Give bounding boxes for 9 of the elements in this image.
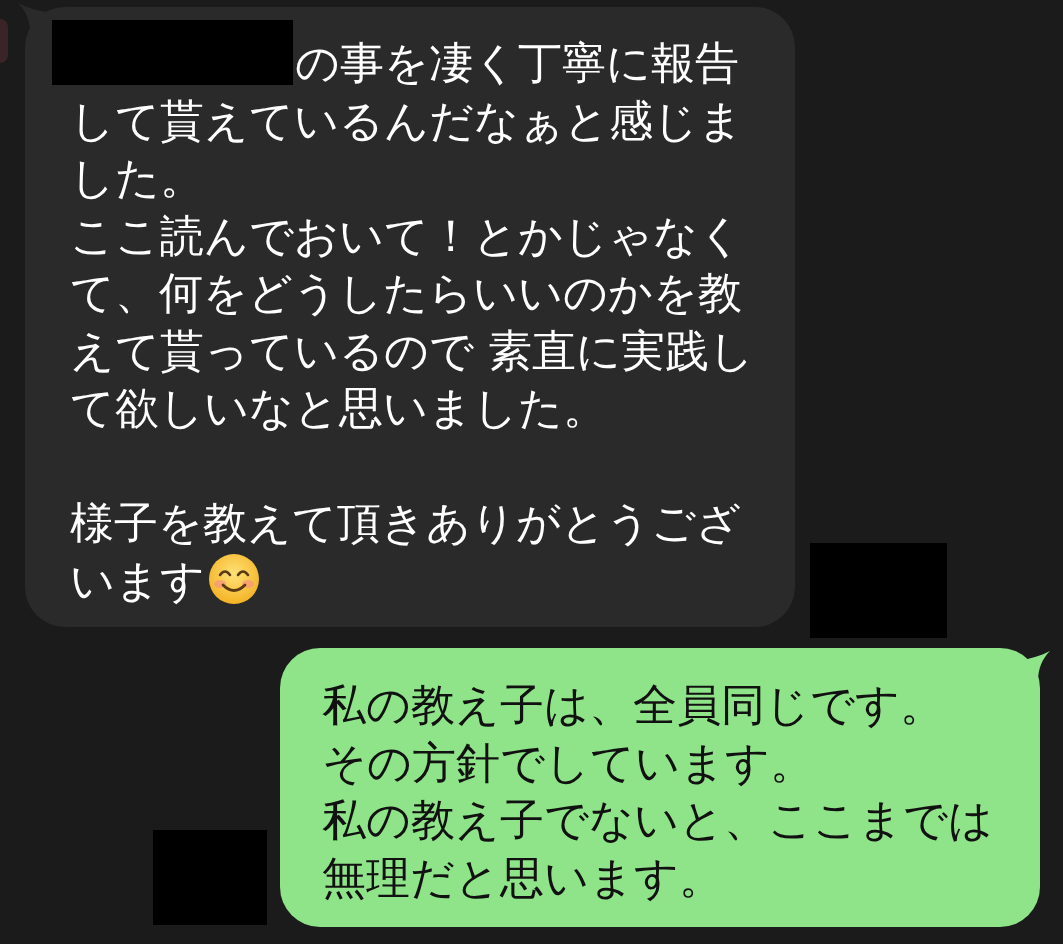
message-text: して貰えているんだなぁと感じました。	[70, 94, 743, 203]
message-text: 様子を教えて頂きありがとうござ	[70, 497, 741, 548]
message-text: その方針でしています。	[322, 736, 814, 788]
message-text: ここ読んでおいて！とかじゃなくて、何をどうしたらいいのかを教えて貰っているので 素直に実践して欲しいなと思いました。	[70, 209, 754, 433]
message-text: の事を凄く丁寧に報告	[295, 36, 739, 90]
message-text: 私の教え子は、全員同じです。	[322, 679, 944, 730]
message-text: います	[70, 554, 205, 606]
avatar-icon[interactable]	[0, 19, 8, 63]
message-text: 私の教え子でないと、ここまでは無理だと思います。	[322, 794, 993, 903]
